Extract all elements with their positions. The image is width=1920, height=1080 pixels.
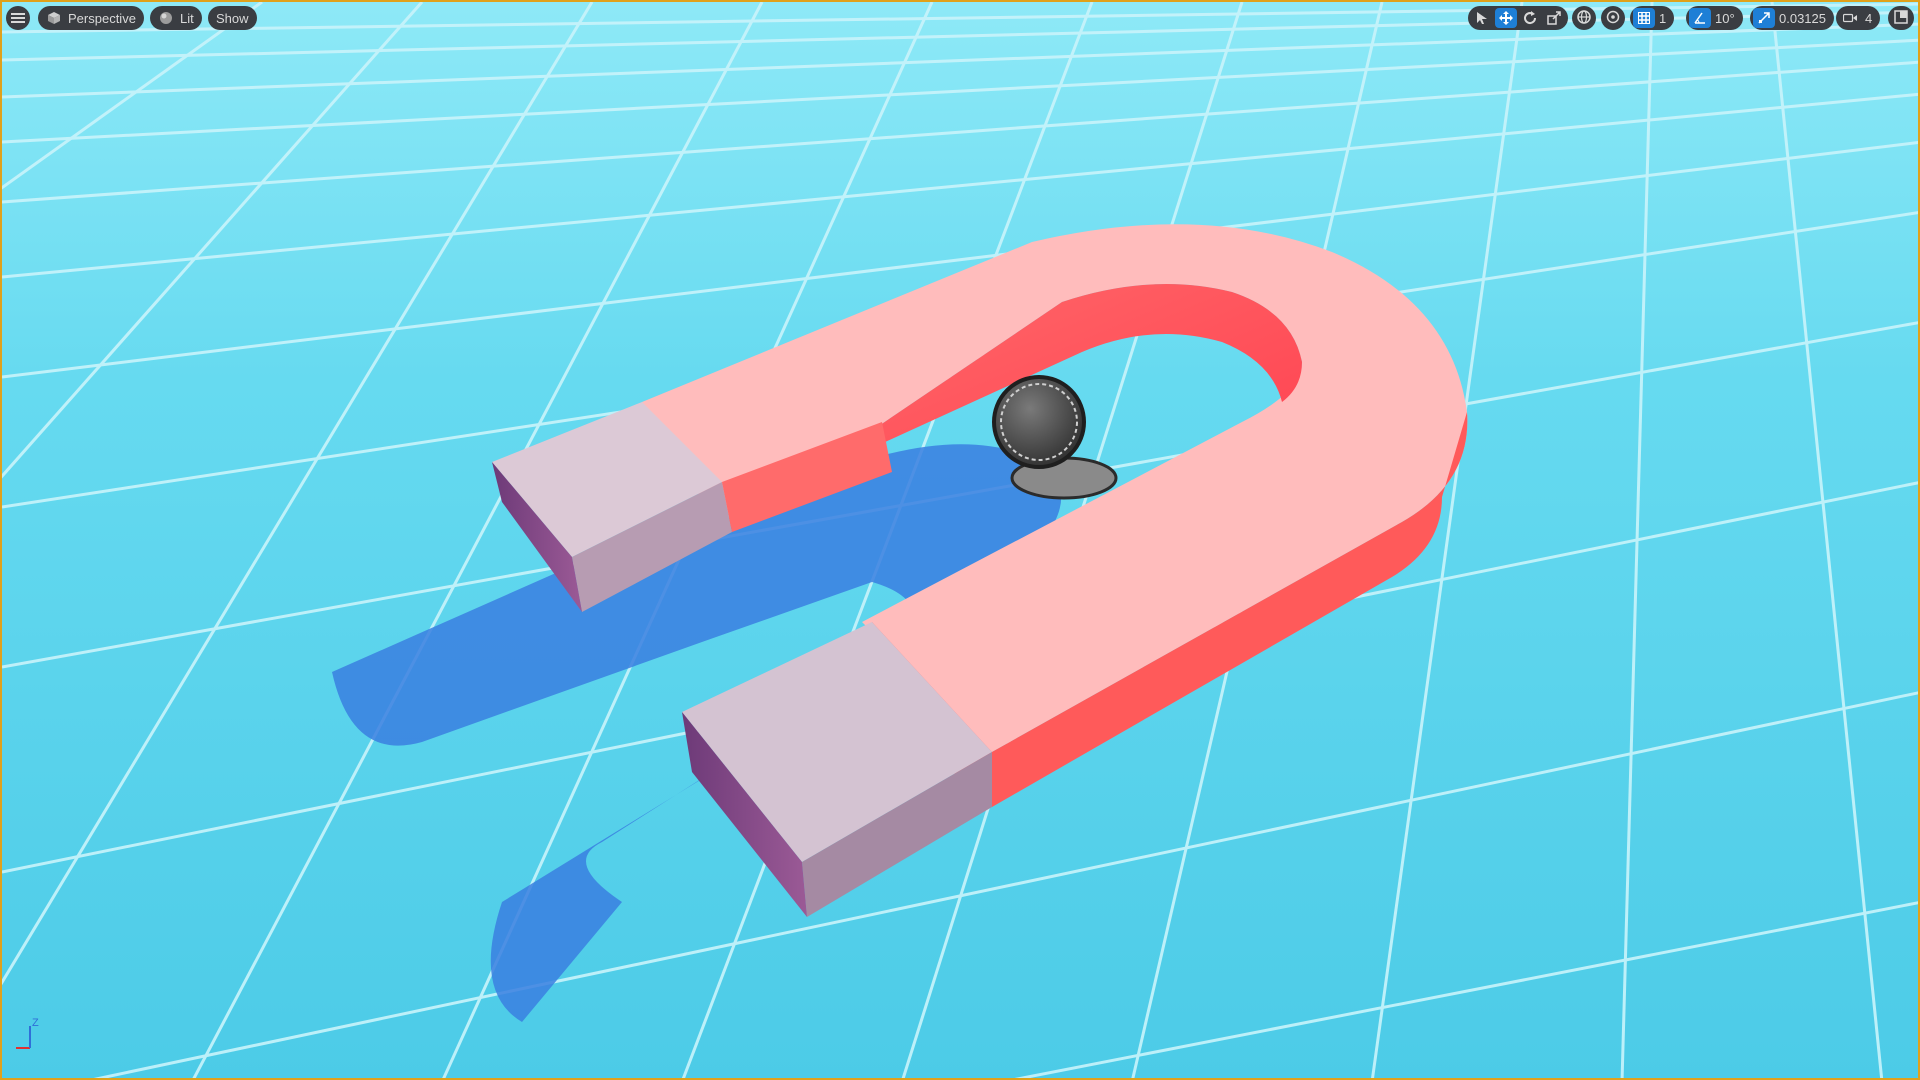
surface-snap-button[interactable] (1601, 6, 1625, 30)
scale-icon[interactable] (1543, 8, 1565, 28)
translate-icon[interactable] (1495, 8, 1517, 28)
show-label: Show (216, 10, 249, 26)
metal-ball[interactable] (992, 375, 1086, 469)
view-mode-label: Perspective (68, 10, 136, 26)
cube-icon (46, 10, 62, 26)
axis-indicator: Z (16, 1017, 39, 1049)
hamburger-menu-icon (10, 10, 26, 26)
rotation-snap-group[interactable]: 10° (1686, 6, 1743, 30)
maximize-viewport-button[interactable] (1888, 6, 1914, 30)
angle-icon[interactable] (1689, 8, 1711, 28)
sphere-icon (158, 10, 174, 26)
camera-speed-value: 4 (1865, 10, 1873, 26)
grid-snap-value: 1 (1659, 10, 1667, 26)
camera-speed-group[interactable]: 4 (1836, 6, 1881, 30)
grid-snap-group[interactable]: 1 (1630, 6, 1675, 30)
view-mode-button[interactable]: Perspective (38, 6, 144, 30)
lighting-mode-button[interactable]: Lit (150, 6, 202, 30)
lighting-mode-label: Lit (180, 10, 194, 26)
level-viewport[interactable]: Perspective Lit Show 1 10° 0.03125 4 Z (0, 0, 1920, 1080)
coordinate-space-button[interactable] (1572, 6, 1596, 30)
rotation-snap-value: 10° (1715, 10, 1735, 26)
select-icon[interactable] (1471, 8, 1493, 28)
scale-snap-value: 0.03125 (1779, 10, 1826, 26)
scale-snap-group[interactable]: 0.03125 (1750, 6, 1834, 30)
scene-render[interactable] (2, 2, 1920, 1080)
surface-snap-icon (1606, 10, 1620, 27)
viewport-menu-button[interactable] (6, 6, 30, 30)
show-flags-button[interactable]: Show (208, 6, 257, 30)
globe-icon (1577, 9, 1591, 27)
rotate-icon[interactable] (1519, 8, 1541, 28)
z-axis-label: Z (32, 1017, 39, 1029)
scale-snap-icon[interactable] (1753, 8, 1775, 28)
grid-icon[interactable] (1633, 8, 1655, 28)
transform-tools-group (1468, 6, 1568, 30)
camera-icon[interactable] (1839, 8, 1861, 28)
maximize-viewport-icon (1894, 9, 1908, 27)
